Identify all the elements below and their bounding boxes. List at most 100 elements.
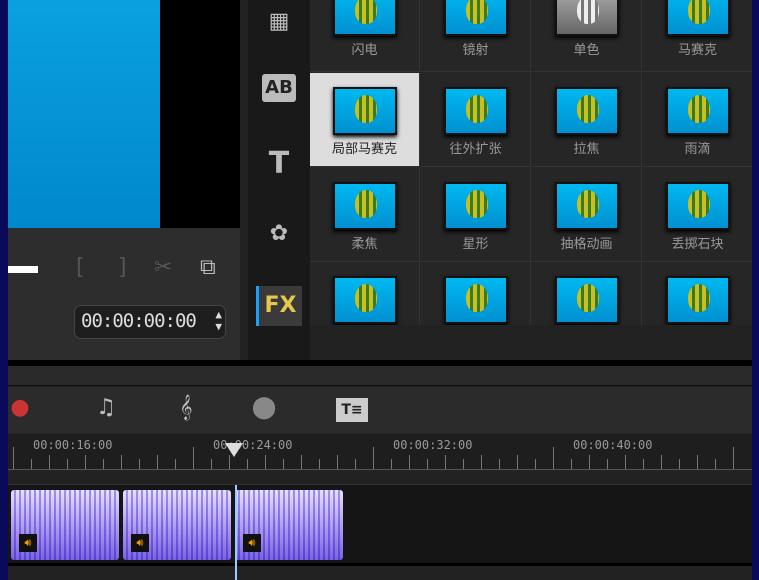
filter-item[interactable]: 单色 [532, 0, 642, 72]
filter-thumbnail [332, 0, 397, 36]
timeline-header-strip [8, 366, 752, 386]
filter-label: 单色 [573, 43, 600, 58]
sound-mixer-icon[interactable]: ♫ [88, 395, 124, 425]
speaker-icon[interactable]: 🔊︎ [243, 534, 261, 552]
ruler-tick [445, 455, 446, 469]
video-clip[interactable]: 🔊︎ [11, 490, 119, 560]
ruler-tick [571, 459, 572, 469]
filter-item[interactable]: 雨滴 [643, 73, 752, 167]
speaker-icon[interactable]: 🔊︎ [19, 534, 37, 552]
copy-icon[interactable]: ⧉ [200, 255, 216, 280]
ruler-tick [661, 455, 662, 469]
ruler-tick [427, 459, 428, 469]
filter-label: 马赛克 [677, 43, 717, 58]
timecode-field[interactable]: 00:00:00:00 ▲ ▼ [74, 305, 226, 339]
mark-in-button[interactable]: [ [76, 255, 85, 280]
ruler-tick [481, 455, 482, 469]
ruler-tick [373, 447, 374, 469]
filter-thumbnail [332, 182, 397, 230]
balloon-image [465, 0, 488, 24]
balloon-image [354, 190, 377, 218]
filter-thumbnail [554, 182, 619, 230]
balloon-image [687, 95, 710, 123]
subtitle-editor-icon[interactable]: T≡ [336, 398, 368, 422]
playhead-line [235, 485, 237, 580]
preview-video [8, 0, 160, 228]
filter-label: 抽格动画 [560, 237, 613, 252]
ruler-tick [733, 447, 734, 469]
title-icon[interactable]: T [256, 144, 302, 184]
filter-icon[interactable]: FX [256, 286, 302, 326]
ruler-tick [697, 455, 698, 469]
ruler-tick [121, 455, 122, 469]
filter-label: 镜射 [462, 43, 489, 58]
ruler-tick [319, 459, 320, 469]
ruler-tick [607, 459, 608, 469]
record-capture-icon[interactable]: ● [2, 395, 38, 425]
video-clip[interactable]: 🔊︎ [123, 490, 231, 560]
timeline-toolbar: ● ♫ 𝄞 ⬤ T≡ [8, 387, 752, 433]
filter-item[interactable] [532, 262, 642, 325]
filter-item[interactable]: 抽格动画 [532, 168, 642, 262]
filter-thumbnail [443, 0, 508, 36]
filter-item[interactable]: 柔焦 [310, 168, 420, 262]
filter-item[interactable]: 丢掷石块 [643, 168, 752, 262]
balloon-image [465, 95, 488, 123]
filter-thumbnail [665, 182, 730, 230]
ruler-tick [247, 459, 248, 469]
ruler-tick [211, 459, 212, 469]
ruler-tick [499, 459, 500, 469]
balloon-image [687, 190, 710, 218]
transition-icon[interactable]: AB [262, 74, 296, 102]
graphic-icon[interactable]: ✿ [256, 214, 302, 254]
playhead-handle[interactable] [225, 443, 243, 457]
ruler-tick [679, 459, 680, 469]
ruler-tick [157, 455, 158, 469]
filter-item[interactable]: 镜射 [421, 0, 531, 72]
auto-music-icon[interactable]: 𝄞 [168, 395, 204, 425]
motion-tracking-icon[interactable]: ⬤ [246, 395, 282, 425]
ruler-tick [193, 447, 194, 469]
filter-item[interactable]: 拉焦 [532, 73, 642, 167]
mark-out-button[interactable]: ] [118, 255, 127, 280]
ruler-label: 00:00:32:00 [393, 438, 473, 452]
ruler-tick [355, 459, 356, 469]
filter-thumbnail [554, 87, 619, 135]
scrubber-bar[interactable] [8, 266, 38, 273]
filter-item[interactable] [310, 262, 420, 325]
ruler-tick [265, 455, 266, 469]
ruler-tick [139, 459, 140, 469]
filter-thumbnail [332, 276, 397, 324]
filter-label: 丢掷石块 [671, 237, 724, 252]
filter-thumbnail [554, 0, 619, 36]
balloon-image [465, 284, 488, 312]
filter-thumbnail [554, 276, 619, 324]
filter-item[interactable]: 往外扩张 [421, 73, 531, 167]
filter-label: 闪电 [351, 43, 378, 58]
filter-item[interactable] [421, 262, 531, 325]
ruler-tick [49, 455, 50, 469]
ruler-tick [517, 455, 518, 469]
balloon-image [576, 0, 599, 24]
filter-item[interactable]: 闪电 [310, 0, 420, 72]
speaker-icon[interactable]: 🔊︎ [131, 534, 149, 552]
filter-thumbnail [443, 182, 508, 230]
ruler-tick [103, 459, 104, 469]
video-track: 🔊︎ 🔊︎ 🔊︎ [8, 484, 752, 566]
balloon-image [354, 284, 377, 312]
filter-label: 雨滴 [684, 142, 711, 157]
ruler-label: 00:00:40:00 [573, 438, 653, 452]
filter-item[interactable]: 星形 [421, 168, 531, 262]
filter-item[interactable]: 马赛克 [643, 0, 752, 72]
scissors-icon[interactable]: ✂ [154, 255, 172, 280]
balloon-image [576, 95, 599, 123]
ruler-tick [391, 459, 392, 469]
filter-thumbnail [665, 276, 730, 324]
ruler-tick [535, 459, 536, 469]
video-clip[interactable]: 🔊︎ [235, 490, 343, 560]
timecode-stepper[interactable]: ▲ ▼ [215, 309, 222, 333]
filter-item[interactable]: 局部马赛克 [310, 73, 420, 167]
timeline-ruler[interactable]: 00:00:16:00 00:00:24:00 00:00:32:00 00:00:4… [8, 434, 752, 470]
magic-title-icon[interactable]: ▦ [256, 2, 302, 42]
filter-item[interactable] [643, 262, 752, 325]
